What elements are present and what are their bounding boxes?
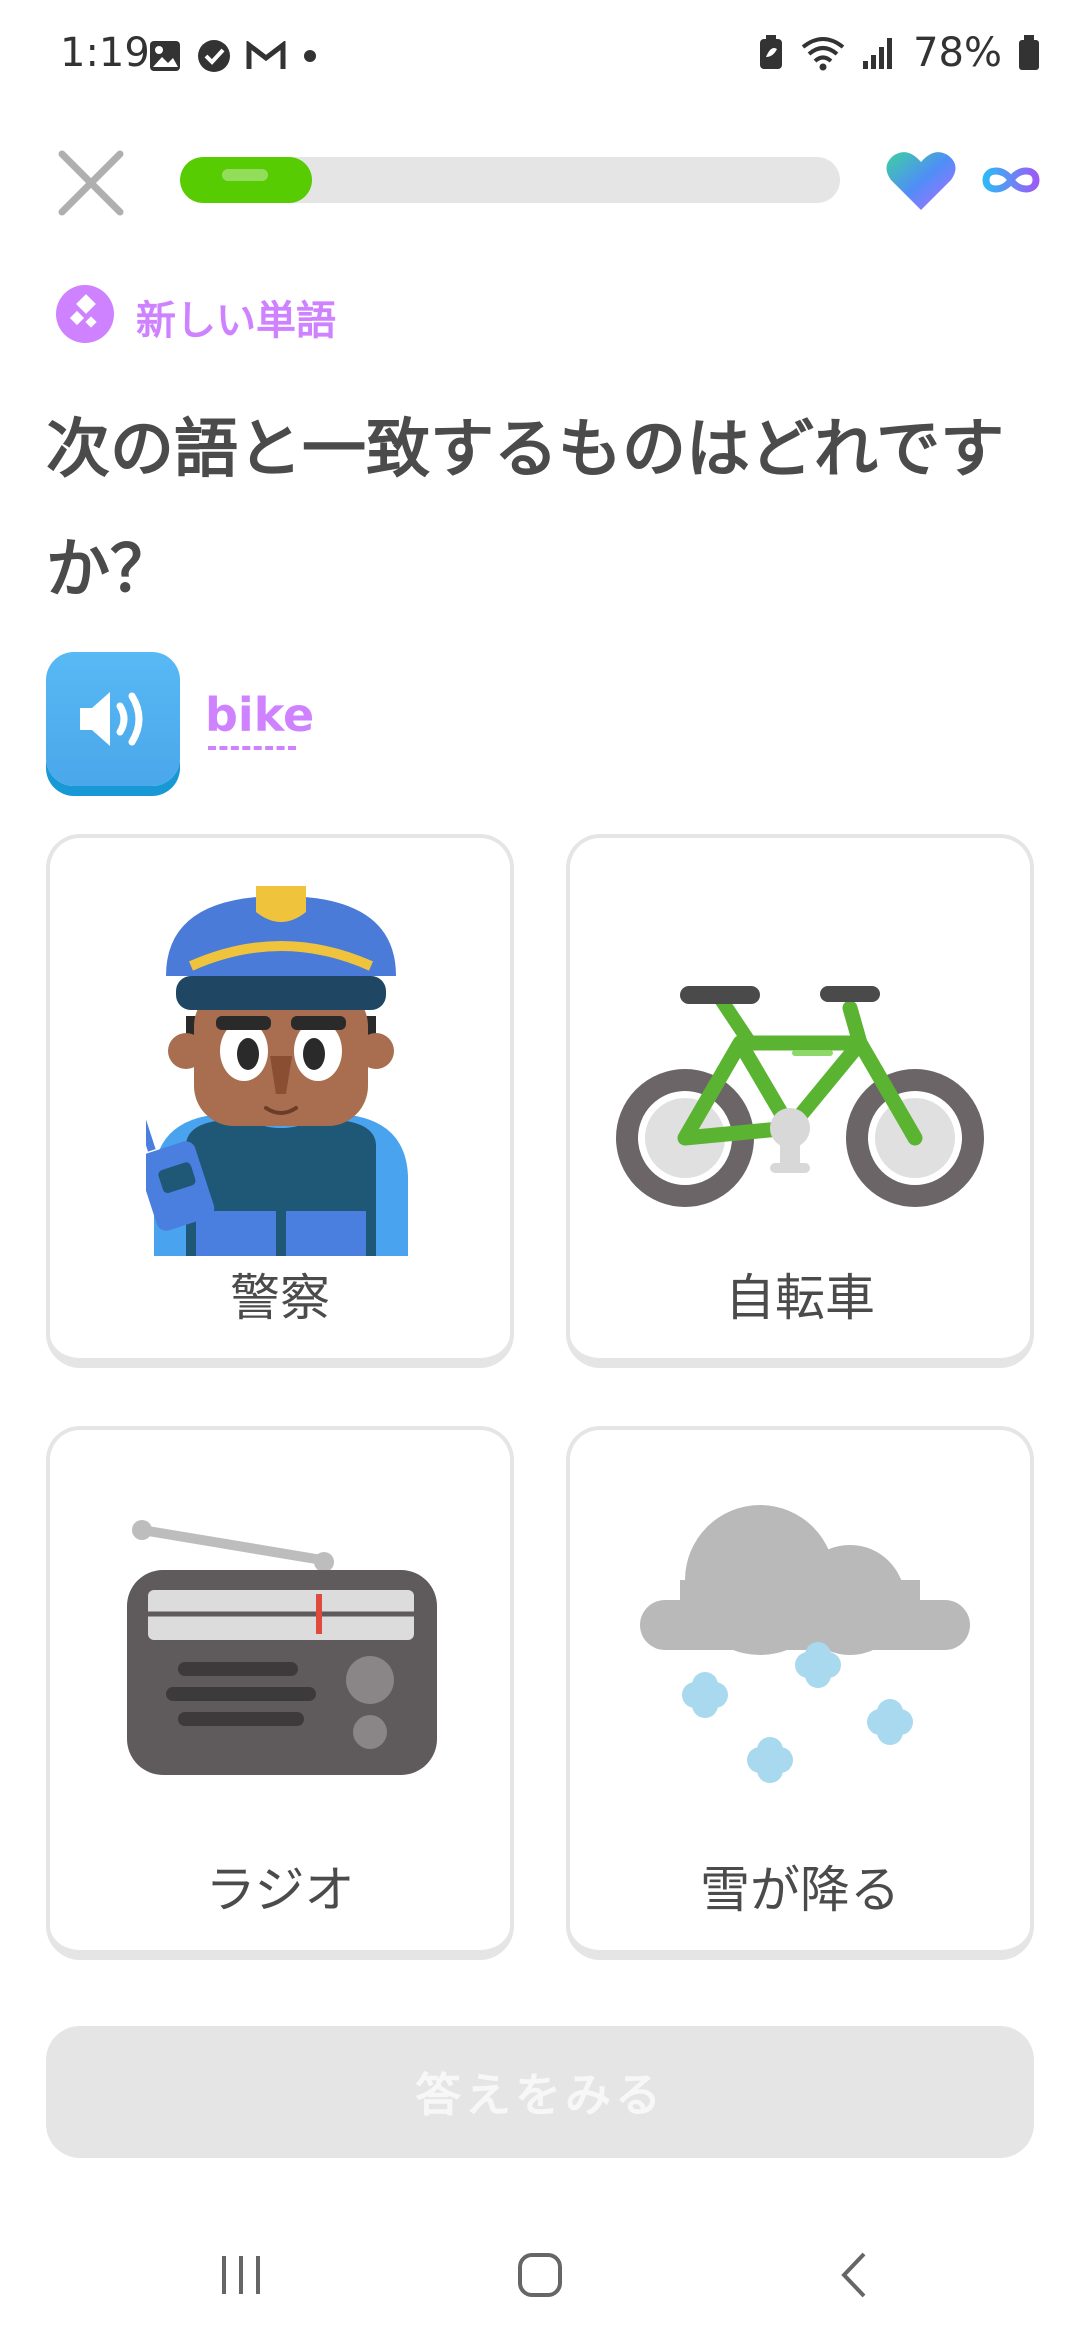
new-word-icon [56, 285, 114, 343]
choice-label: 警察 [230, 1269, 330, 1327]
lesson-progress-fill [180, 157, 312, 203]
police-officer-image [146, 886, 408, 1256]
snowing-cloud-image [640, 1505, 970, 1783]
status-right: 78% [757, 30, 1040, 76]
wifi-icon [801, 37, 845, 71]
battery-percent: 78% [913, 30, 1002, 76]
new-word-label: 新しい単語 [136, 298, 336, 344]
word-underline [208, 746, 296, 750]
notification-icons [148, 38, 320, 74]
gallery-icon [150, 41, 180, 71]
choice-label: 自転車 [725, 1269, 875, 1327]
lesson-progress-bar [180, 157, 840, 203]
target-word[interactable]: bike [205, 688, 314, 742]
home-icon[interactable] [515, 2250, 565, 2300]
choice-label: 雪が降る [700, 1861, 900, 1919]
close-icon[interactable] [56, 148, 126, 218]
choice-card-police[interactable]: 警察 [46, 834, 514, 1368]
play-audio-button[interactable] [46, 652, 180, 786]
infinity-icon [982, 167, 1040, 193]
battery-icon [1019, 35, 1039, 70]
radio-image [127, 1520, 437, 1775]
bicycle-image [616, 986, 984, 1207]
check-circle-icon [198, 40, 230, 72]
battery-saver-icon [760, 35, 783, 69]
status-time: 1:19 [60, 30, 150, 76]
recent-apps-icon[interactable] [216, 2250, 266, 2300]
choice-card-radio[interactable]: ラジオ [46, 1426, 514, 1960]
question-prompt: 次の語と一致するものはどれですか？ [46, 413, 1005, 607]
check-answer-button[interactable]: 答えをみる [46, 2026, 1034, 2158]
heart-icon[interactable] [885, 148, 957, 212]
choice-card-snowing[interactable]: 雪が降る [566, 1426, 1034, 1960]
signal-icon [863, 38, 893, 69]
choice-card-bicycle[interactable]: 自転車 [566, 834, 1034, 1368]
speaker-icon [80, 692, 143, 746]
dot-icon [304, 50, 316, 62]
gmail-icon [246, 41, 286, 69]
choice-label: ラジオ [205, 1861, 355, 1919]
back-icon[interactable] [830, 2250, 880, 2300]
